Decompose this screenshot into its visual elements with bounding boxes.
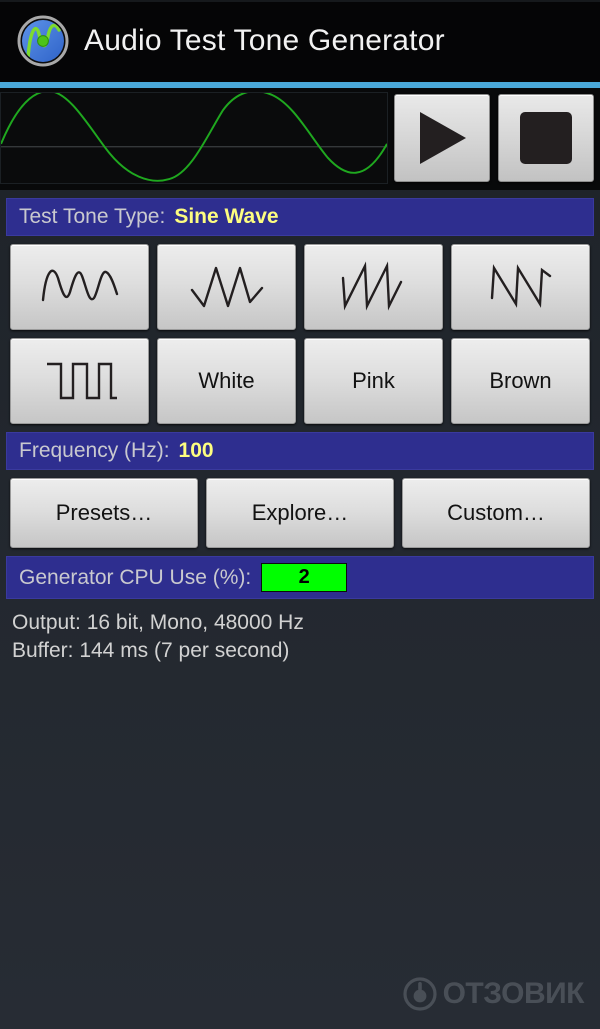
page-title: Audio Test Tone Generator — [84, 24, 445, 57]
tone-button-sine[interactable] — [10, 244, 149, 330]
watermark: ОТЗОВИК — [402, 977, 585, 1011]
tone-button-pink-noise[interactable]: Pink — [304, 338, 443, 424]
transport-controls — [394, 92, 596, 184]
tone-button-square[interactable] — [10, 338, 149, 424]
otzovik-logo-icon — [402, 977, 437, 1011]
tone-button-sawtooth-falling[interactable] — [451, 244, 590, 330]
tone-button-white-noise[interactable]: White — [157, 338, 296, 424]
triangle-wave-icon — [190, 266, 263, 308]
cpu-use-badge: 2 — [261, 563, 348, 592]
frequency-bar: Frequency (Hz): 100 — [6, 432, 594, 470]
sine-wave-icon — [41, 269, 118, 302]
custom-button[interactable]: Custom… — [402, 478, 590, 548]
play-icon — [420, 112, 466, 164]
output-status-line: Output: 16 bit, Mono, 48000 Hz — [12, 611, 304, 634]
buffer-status-line: Buffer: 144 ms (7 per second) — [12, 638, 290, 662]
tone-button-sawtooth-rising[interactable] — [304, 244, 443, 330]
stop-icon — [520, 112, 572, 164]
frequency-value: 100 — [178, 439, 214, 462]
frequency-label: Frequency (Hz): — [19, 439, 170, 462]
sawtooth-rising-icon — [341, 261, 402, 311]
waveform-button-row-2: White Pink Brown — [10, 338, 590, 424]
stop-button[interactable] — [498, 94, 594, 182]
waveform-display[interactable] — [0, 92, 388, 184]
waveform-button-row-1 — [10, 244, 590, 330]
app-root: Audio Test Tone Generator Test Tone Type… — [0, 0, 600, 1029]
sawtooth-falling-icon — [490, 264, 551, 308]
frequency-button-row: Presets… Explore… Custom… — [10, 478, 590, 548]
status-info: Output: 16 bit, Mono, 48000 Hz Buffer: 1… — [12, 609, 588, 665]
tone-type-bar: Test Tone Type: Sine Wave — [6, 198, 594, 236]
tone-button-brown-noise[interactable]: Brown — [451, 338, 590, 424]
tone-type-value: Sine Wave — [174, 205, 279, 228]
watermark-text: ОТЗОВИК — [442, 977, 585, 1010]
app-logo-icon — [16, 14, 70, 68]
cpu-use-label: Generator CPU Use (%): — [19, 565, 252, 589]
explore-button[interactable]: Explore… — [206, 478, 394, 548]
play-button[interactable] — [394, 94, 490, 182]
presets-button[interactable]: Presets… — [10, 478, 198, 548]
square-wave-icon — [46, 362, 117, 400]
title-bar: Audio Test Tone Generator — [0, 0, 600, 82]
tone-button-triangle[interactable] — [157, 244, 296, 330]
cpu-use-bar: Generator CPU Use (%): 2 — [6, 556, 594, 599]
waveform-strip — [0, 88, 600, 190]
tone-type-label: Test Tone Type: — [19, 205, 166, 228]
